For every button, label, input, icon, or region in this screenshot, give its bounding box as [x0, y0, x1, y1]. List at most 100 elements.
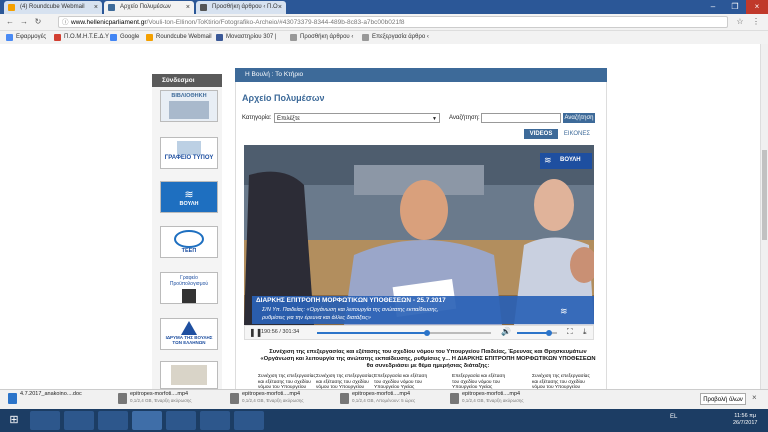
window-close-icon[interactable]: ×	[746, 0, 768, 14]
scrollbar-thumb[interactable]	[762, 150, 767, 240]
banner-label: ΤΕΕΠ	[181, 248, 197, 254]
progress-bar[interactable]	[317, 330, 491, 336]
wordpress-icon	[200, 4, 207, 11]
show-all-downloads-button[interactable]: Προβολή όλων	[700, 393, 746, 405]
category-select[interactable]: Επιλέξτε ▼	[274, 113, 440, 123]
video-description: Συνέχιση της επεξεργασίας και εξέτασης τ…	[260, 349, 596, 369]
close-icon[interactable]: ×	[94, 1, 98, 14]
google-icon	[110, 34, 117, 41]
bookmark-monastiriou[interactable]: Μοναστηρίου 307 |	[216, 31, 276, 44]
banner-library[interactable]: ΒΙΒΛΙΟΘΗΚΗ	[160, 90, 218, 122]
roundcube-icon	[146, 34, 153, 41]
page-title: Αρχείο Πολυμέσων	[242, 93, 325, 103]
banner-budget-office[interactable]: Γραφείο Προϋπολογισμού	[160, 272, 218, 304]
video-file-icon	[230, 393, 239, 404]
url-path: /Vouli-ton-Ellinon/ToKtirio/Fotografiko-…	[146, 19, 405, 26]
media-player-icon[interactable]	[98, 411, 128, 430]
parliament-building-icon	[171, 365, 207, 385]
tab-roundcube[interactable]: (4) Roundcube Webmail ×	[4, 1, 102, 14]
tab-multimedia-archive[interactable]: Αρχείο Πολυμέσων ×	[104, 1, 194, 14]
word-icon[interactable]	[200, 411, 230, 430]
folder-icon[interactable]	[64, 411, 94, 430]
fullscreen-icon[interactable]: ⛶	[567, 327, 573, 337]
tab-add-article[interactable]: Προσθήκη άρθρου ‹ Π.Ο ×	[196, 1, 286, 14]
volume-slider[interactable]	[517, 330, 557, 336]
video-caption-subtitle: Σ/Ν Υπ. Παιδείας: «Οργάνωση και λειτουργ…	[262, 307, 439, 313]
bookmark-label: Εφαρμογές	[16, 34, 47, 40]
bookmark-label: Μοναστηρίου 307 |	[226, 34, 277, 40]
banner-press-office[interactable]: ΓΡΑΦΕΙΟ ΤΥΠΟΥ	[160, 137, 218, 169]
download-status: 0,1/2,4 GB, Απομένουν: 5 ώρες	[352, 398, 416, 403]
download-filename: 4.7.2017_anakoino....doc	[20, 391, 82, 397]
close-icon[interactable]: ×	[186, 1, 190, 14]
browser-toolbar: ← → ↻ ⓘ www.hellenicparliament.gr/Vouli-…	[0, 14, 768, 31]
clock-time: 11:56 πμ	[734, 413, 757, 419]
search-button[interactable]: Αναζήτηση	[563, 113, 595, 123]
download-item[interactable]: epitropes-morfoti....mp4 0,1/2,4 GB, Ένα…	[116, 391, 216, 407]
download-status: 0,1/2,4 GB, Έναρξη ακύρωσης	[462, 398, 524, 403]
banner-label: ΒΙΒΛΙΟΘΗΚΗ	[171, 93, 207, 99]
star-icon[interactable]: ☆	[734, 16, 746, 28]
firefox-icon[interactable]	[166, 411, 196, 430]
download-icon[interactable]: ⤓	[583, 327, 587, 337]
video-file-icon	[118, 393, 127, 404]
download-filename: epitropes-morfoti....mp4	[130, 391, 189, 397]
apps-grid-icon	[6, 34, 13, 41]
tab-label: (4) Roundcube Webmail	[20, 4, 85, 10]
bookmark-pomited[interactable]: Π.Ο.Μ.Η.Τ.Ε.Δ.Υ	[54, 31, 109, 44]
tab-videos[interactable]: VIDEOS	[524, 129, 558, 139]
windows-start-icon[interactable]: ⊞	[4, 411, 24, 430]
bookmark-label: Επεξεργασία άρθρο ‹	[372, 34, 429, 40]
download-filename: epitropes-morfoti....mp4	[242, 391, 301, 397]
search-input[interactable]	[481, 113, 561, 123]
banner-parliament-tv[interactable]: ≋ ΒΟΥΛΗ	[160, 181, 218, 213]
progress-handle[interactable]	[423, 330, 430, 336]
wave-logo-icon: ≋	[560, 306, 568, 316]
banner-label: ΓΡΑΦΕΙΟ ΤΥΠΟΥ	[164, 155, 214, 161]
download-item[interactable]: 4.7.2017_anakoino....doc	[6, 391, 106, 407]
bookmarks-bar: Εφαρμογές Π.Ο.Μ.Η.Τ.Ε.Δ.Υ Google Roundcu…	[0, 31, 768, 45]
banner-parliament-building[interactable]	[160, 361, 218, 389]
bookmark-label: Π.Ο.Μ.Η.Τ.Ε.Δ.Υ	[64, 34, 110, 40]
bookmark-edit-article[interactable]: Επεξεργασία άρθρο ‹	[362, 31, 429, 44]
volume-handle[interactable]	[546, 330, 552, 336]
progress-fill	[317, 332, 427, 334]
minimize-icon[interactable]: –	[702, 0, 724, 14]
tab-images[interactable]: ΕΙΚΟΝΕΣ	[560, 129, 594, 139]
building-icon	[177, 141, 201, 155]
library-building-icon	[169, 101, 209, 119]
close-icon[interactable]: ×	[752, 393, 757, 402]
menu-icon[interactable]: ⋮	[750, 16, 762, 28]
bookmark-roundcube[interactable]: Roundcube Webmail	[146, 31, 212, 44]
bookmark-google[interactable]: Google	[110, 31, 139, 44]
bookmark-apps[interactable]: Εφαρμογές	[6, 31, 46, 44]
forward-arrow-icon[interactable]: →	[18, 16, 30, 28]
facebook-icon	[216, 34, 223, 41]
bookmark-add-article[interactable]: Προσθήκη άρθρου ‹	[290, 31, 353, 44]
maximize-icon[interactable]: ❐	[724, 0, 746, 14]
reload-icon[interactable]: ↻	[32, 16, 44, 28]
triangle-logo-icon	[181, 321, 197, 335]
volume-icon[interactable]: 🔊	[501, 327, 511, 336]
system-clock[interactable]: 11:56 πμ 26/7/2017	[733, 413, 757, 427]
chevron-down-icon: ▼	[432, 116, 437, 122]
banner-label: Γραφείο Προϋπολογισμού	[169, 275, 209, 287]
skype-icon[interactable]	[234, 411, 264, 430]
tab-label: Αρχείο Πολυμέσων	[120, 4, 171, 10]
input-language[interactable]: EL	[670, 414, 677, 420]
download-item[interactable]: epitropes-morfoti....mp4 0,1/2,4 GB, Ένα…	[228, 391, 328, 407]
download-item[interactable]: epitropes-morfoti....mp4 0,1/2,4 GB, Ένα…	[448, 391, 548, 407]
download-item[interactable]: epitropes-morfoti....mp4 0,1/2,4 GB, Απο…	[338, 391, 438, 407]
back-arrow-icon[interactable]: ←	[4, 16, 16, 28]
video-caption-subtitle-2: ρυθμίσεις για την έρευνα και άλλες διατά…	[262, 315, 371, 321]
chrome-icon[interactable]	[132, 411, 162, 430]
wave-logo-icon: ≋	[544, 155, 552, 165]
page-info-icon[interactable]: ⓘ	[62, 17, 69, 27]
category-value: Επιλέξτε	[277, 116, 300, 122]
address-bar[interactable]: ⓘ www.hellenicparliament.gr/Vouli-ton-El…	[58, 16, 728, 28]
ie-icon[interactable]	[30, 411, 60, 430]
close-icon[interactable]: ×	[278, 1, 282, 14]
clock-date: 26/7/2017	[733, 420, 758, 426]
banner-parliament-foundation[interactable]: ΙΔΡΥΜΑ ΤΗΣ ΒΟΥΛΗΣ ΤΩΝ ΕΛΛΗΝΩΝ	[160, 318, 218, 350]
banner-teep[interactable]: ΤΕΕΠ	[160, 226, 218, 258]
